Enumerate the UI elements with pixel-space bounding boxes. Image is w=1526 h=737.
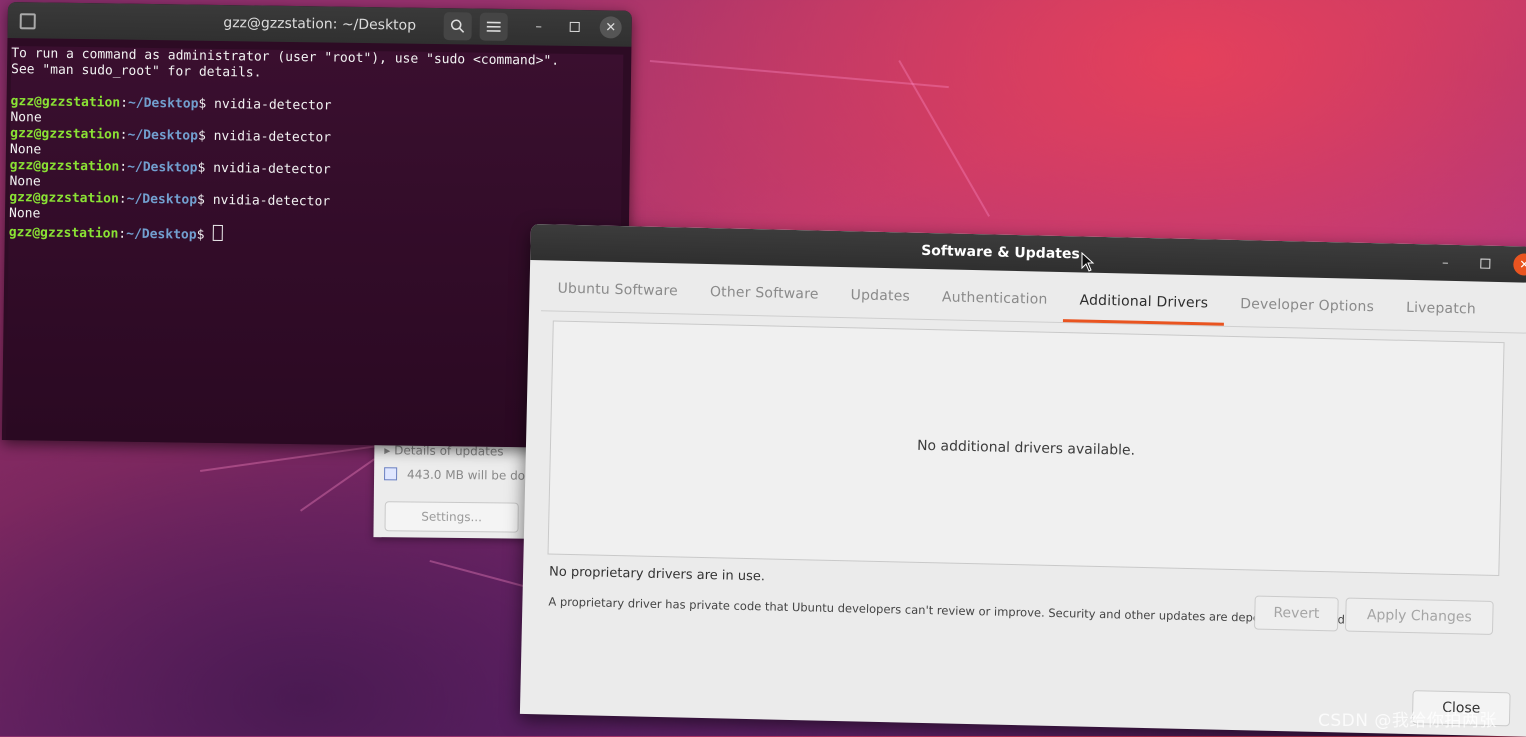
maximize-button[interactable] — [564, 16, 586, 38]
terminal-titlebar: gzz@gzzstation: ~/Desktop – ✕ — [7, 2, 632, 47]
minimize-button[interactable]: – — [1434, 252, 1456, 274]
tab-livepatch[interactable]: Livepatch — [1390, 288, 1493, 332]
wallpaper-line — [898, 60, 990, 217]
tab-additional-drivers[interactable]: Additional Drivers — [1063, 280, 1225, 326]
minimize-button[interactable]: – — [528, 15, 550, 37]
revert-button[interactable]: Revert — [1253, 595, 1339, 632]
maximize-icon — [569, 21, 580, 32]
close-button[interactable]: ✕ — [1513, 253, 1526, 276]
tab-authentication[interactable]: Authentication — [925, 277, 1063, 322]
menu-button[interactable] — [479, 12, 508, 41]
hamburger-icon — [486, 21, 501, 32]
wallpaper-line — [429, 560, 537, 591]
wallpaper-line — [300, 458, 375, 512]
maximize-button[interactable] — [1474, 252, 1496, 274]
search-icon — [450, 19, 465, 33]
tab-other-software[interactable]: Other Software — [693, 272, 835, 317]
minimize-icon: – — [535, 18, 543, 34]
driver-status-text: No proprietary drivers are in use. — [548, 564, 766, 585]
tab-developer-options[interactable]: Developer Options — [1224, 284, 1391, 330]
watermark: CSDN @我给你拍两张 — [1318, 711, 1497, 731]
search-button[interactable] — [443, 12, 472, 41]
package-icon — [384, 467, 398, 481]
tab-ubuntu-software[interactable]: Ubuntu Software — [541, 268, 694, 313]
maximize-icon — [1480, 258, 1491, 269]
minimize-icon: – — [1441, 255, 1449, 271]
apply-changes-button[interactable]: Apply Changes — [1344, 597, 1494, 635]
wallpaper-line — [200, 444, 379, 472]
wallpaper-line — [649, 60, 949, 89]
empty-drivers-message: No additional drivers available. — [916, 437, 1136, 459]
window-title: Software & Updates — [920, 242, 1080, 263]
software-updates-window: Software & Updates – ✕ Ubuntu Software O… — [519, 224, 1526, 737]
settings-button[interactable]: Settings... — [384, 501, 519, 533]
close-icon: ✕ — [605, 19, 617, 35]
mouse-pointer-icon — [1081, 252, 1095, 272]
drivers-list-panel: No additional drivers available. — [547, 320, 1505, 577]
text-cursor — [212, 224, 223, 242]
close-icon: ✕ — [1519, 257, 1526, 272]
tab-updates[interactable]: Updates — [834, 275, 926, 319]
